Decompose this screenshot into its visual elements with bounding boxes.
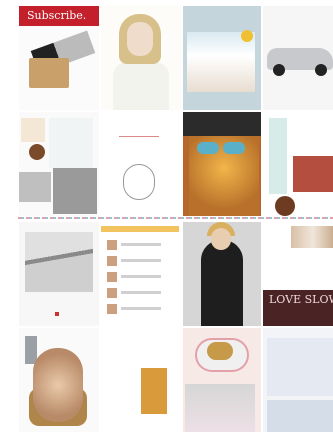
list-line <box>121 291 161 294</box>
list-line <box>121 259 161 262</box>
tile-subscribe[interactable]: Subscribe. <box>19 6 99 110</box>
tile-phone-ad[interactable] <box>101 328 181 432</box>
books-image <box>291 226 333 248</box>
tile-blue-spread[interactable] <box>263 328 333 432</box>
phone-ad-image <box>141 368 167 414</box>
tile-home-magazine[interactable] <box>183 6 261 110</box>
tile-upside-down[interactable] <box>19 328 99 432</box>
fashion-coat <box>201 240 243 326</box>
food-image <box>207 342 233 360</box>
home-magazine-badge <box>241 30 253 42</box>
list-header-bar <box>101 226 179 232</box>
car-wheel <box>273 64 285 76</box>
list-item[interactable] <box>107 272 173 282</box>
list-item[interactable] <box>107 304 173 314</box>
list-thumb <box>107 256 117 266</box>
tile-magazine-cover[interactable] <box>183 112 261 216</box>
tile-love-slow[interactable]: LOVE SLOW <box>263 222 333 326</box>
collage-image <box>29 144 45 160</box>
list-item[interactable] <box>107 256 173 266</box>
list-thumb <box>107 304 117 314</box>
portrait-dress <box>113 62 169 110</box>
tile-collage[interactable] <box>19 112 99 216</box>
tile-highway[interactable] <box>19 222 99 326</box>
tile-car[interactable] <box>263 6 333 110</box>
sunglasses-lens <box>197 142 219 154</box>
knife-block-image <box>29 58 69 88</box>
highway-image <box>25 232 93 292</box>
list-item[interactable] <box>107 240 173 250</box>
tile-portrait[interactable] <box>101 6 181 110</box>
subscribe-banner[interactable]: Subscribe. <box>19 6 99 26</box>
magazine-header <box>183 112 261 136</box>
tile-fashion[interactable] <box>183 222 261 326</box>
list-line <box>121 243 161 246</box>
list-item[interactable] <box>107 288 173 298</box>
tile-food[interactable] <box>183 328 261 432</box>
fashion-face <box>211 228 231 250</box>
list-thumb <box>107 272 117 282</box>
hands-image <box>185 384 255 432</box>
list-thumb <box>107 288 117 298</box>
tile-panels[interactable] <box>263 112 333 216</box>
collage-image <box>53 168 97 214</box>
collage-image <box>49 118 93 168</box>
upside-face <box>33 348 83 422</box>
sunglasses-lens <box>223 142 245 154</box>
portrait-face <box>127 22 153 56</box>
thumbnail-grid: Subscribe. LOVE SLOW <box>0 0 333 433</box>
tile-product-list[interactable] <box>101 222 181 326</box>
bracelet-image <box>123 164 155 200</box>
collage-image <box>21 118 45 142</box>
divider-line <box>18 217 333 219</box>
love-slow-text: LOVE SLOW <box>269 293 333 306</box>
panel-teal <box>269 118 287 194</box>
highway-marker <box>55 312 59 316</box>
blue-spread-image <box>267 400 333 432</box>
jewelry-divider <box>119 136 159 137</box>
panel-image <box>293 156 333 192</box>
list-thumb <box>107 240 117 250</box>
tile-jewelry[interactable] <box>101 112 181 216</box>
list-line <box>121 307 161 310</box>
list-line <box>121 275 161 278</box>
car-wheel <box>315 64 327 76</box>
collage-image <box>19 172 51 202</box>
panel-image <box>275 196 295 216</box>
blue-spread-image <box>267 338 333 396</box>
